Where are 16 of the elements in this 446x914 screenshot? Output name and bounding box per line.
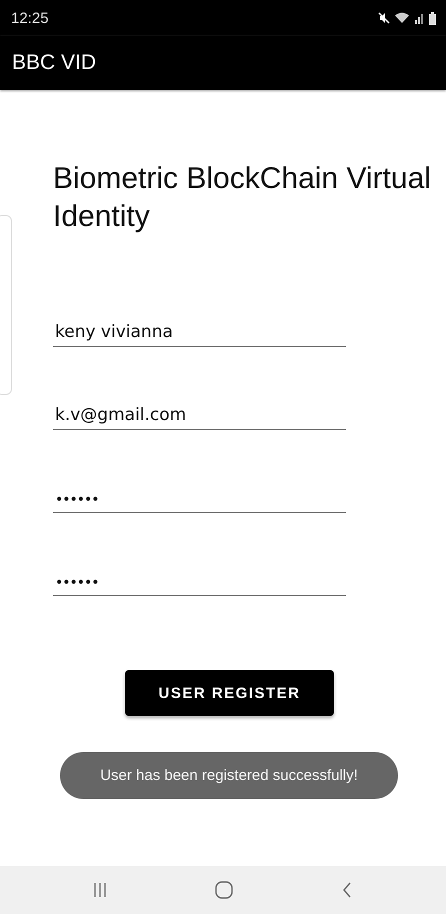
home-icon[interactable] — [214, 881, 233, 899]
recent-apps-icon[interactable] — [94, 883, 106, 897]
page-heading: Biometric BlockChain Virtual Identity — [53, 161, 432, 235]
wifi-icon — [395, 12, 409, 24]
register-button[interactable]: USER REGISTER — [125, 670, 334, 716]
app-title: BBC VID — [12, 51, 96, 75]
input-field[interactable]: keny vivianna — [53, 312, 346, 347]
signal-icon — [414, 12, 424, 24]
battery-icon — [429, 12, 436, 24]
clock: 12:25 — [11, 10, 49, 26]
mute-icon — [378, 12, 390, 24]
input-field[interactable]: k.v@gmail.com — [53, 395, 346, 430]
toast-message: User has been registered successfully! — [60, 752, 398, 799]
back-icon[interactable] — [342, 882, 352, 898]
password-field[interactable]: •••••• — [53, 561, 346, 596]
password-field[interactable]: •••••• — [53, 478, 346, 513]
